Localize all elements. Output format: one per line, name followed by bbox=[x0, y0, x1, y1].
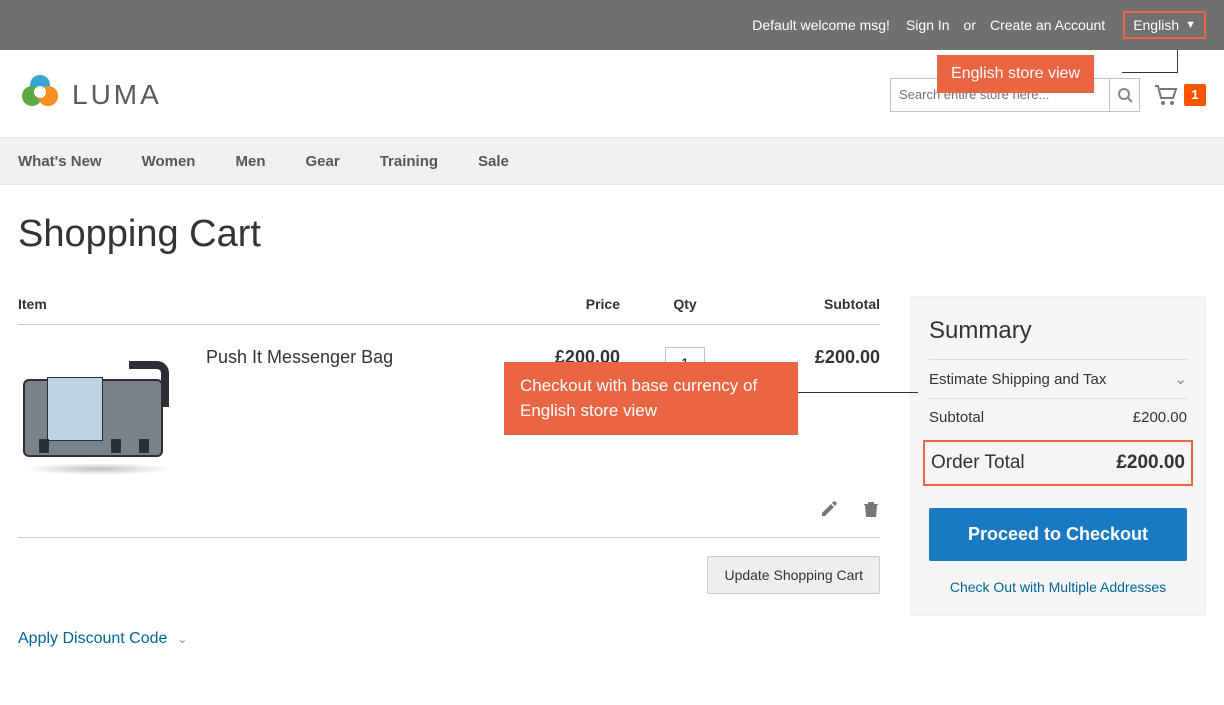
product-image[interactable] bbox=[18, 347, 178, 477]
page-main: Shopping Cart Item Price Qty Subtotal bbox=[0, 185, 1224, 688]
nav-sale[interactable]: Sale bbox=[478, 153, 509, 170]
discount-label: Apply Discount Code bbox=[18, 630, 167, 648]
main-nav: What's New Women Men Gear Training Sale bbox=[0, 137, 1224, 185]
update-cart-button[interactable]: Update Shopping Cart bbox=[707, 556, 880, 594]
annotation-line bbox=[798, 392, 918, 393]
annotation-line bbox=[1177, 50, 1178, 72]
remove-item-button[interactable] bbox=[862, 500, 880, 523]
trash-icon bbox=[862, 500, 880, 518]
search-button[interactable] bbox=[1109, 79, 1139, 111]
nav-men[interactable]: Men bbox=[235, 153, 265, 170]
order-total-row: Order Total £200.00 bbox=[923, 440, 1193, 486]
product-name[interactable]: Push It Messenger Bag bbox=[206, 347, 393, 368]
subtotal-label: Subtotal bbox=[929, 409, 984, 426]
annotation-line bbox=[1122, 72, 1178, 73]
proceed-checkout-button[interactable]: Proceed to Checkout bbox=[929, 508, 1187, 561]
chevron-down-icon: ⌄ bbox=[177, 632, 187, 646]
col-header-item: Item bbox=[18, 296, 490, 312]
nav-training[interactable]: Training bbox=[380, 153, 438, 170]
subtotal-value: £200.00 bbox=[1133, 409, 1187, 426]
chevron-down-icon: ▼ bbox=[1185, 19, 1196, 31]
sign-in-link[interactable]: Sign In bbox=[906, 17, 950, 33]
welcome-message: Default welcome msg! bbox=[752, 17, 890, 33]
cart-icon bbox=[1154, 84, 1178, 106]
col-header-price: Price bbox=[490, 296, 620, 312]
edit-item-button[interactable] bbox=[820, 500, 838, 523]
col-header-subtotal: Subtotal bbox=[750, 296, 880, 312]
language-label: English bbox=[1133, 17, 1179, 33]
logo[interactable]: LUMA bbox=[18, 70, 162, 119]
summary-title: Summary bbox=[929, 317, 1187, 345]
create-account-link[interactable]: Create an Account bbox=[990, 17, 1105, 33]
multi-address-link[interactable]: Check Out with Multiple Addresses bbox=[929, 579, 1187, 595]
order-total-value: £200.00 bbox=[1116, 452, 1185, 474]
estimate-label: Estimate Shipping and Tax bbox=[929, 371, 1106, 388]
pencil-icon bbox=[820, 500, 838, 518]
cart-table: Item Price Qty Subtotal bbox=[18, 296, 880, 648]
col-header-qty: Qty bbox=[620, 296, 750, 312]
logo-text: LUMA bbox=[72, 79, 162, 111]
storeview-annotation: English store view bbox=[937, 55, 1094, 93]
cart-count-badge: 1 bbox=[1184, 84, 1206, 106]
or-text: or bbox=[964, 17, 976, 33]
search-icon bbox=[1117, 87, 1133, 103]
language-switcher[interactable]: English ▼ bbox=[1123, 11, 1206, 39]
nav-gear[interactable]: Gear bbox=[305, 153, 339, 170]
top-bar: Default welcome msg! Sign In or Create a… bbox=[0, 0, 1224, 50]
nav-whats-new[interactable]: What's New bbox=[18, 153, 102, 170]
logo-icon bbox=[18, 70, 62, 119]
nav-women[interactable]: Women bbox=[142, 153, 196, 170]
estimate-shipping-toggle[interactable]: Estimate Shipping and Tax ⌄ bbox=[929, 359, 1187, 398]
apply-discount-toggle[interactable]: Apply Discount Code ⌄ bbox=[18, 630, 187, 648]
currency-annotation: Checkout with base currency of English s… bbox=[504, 362, 798, 435]
mini-cart[interactable]: 1 bbox=[1154, 84, 1206, 106]
order-summary: Summary Estimate Shipping and Tax ⌄ Subt… bbox=[910, 296, 1206, 616]
page-title: Shopping Cart bbox=[18, 213, 1206, 256]
order-total-label: Order Total bbox=[931, 452, 1025, 474]
chevron-down-icon: ⌄ bbox=[1174, 370, 1187, 388]
